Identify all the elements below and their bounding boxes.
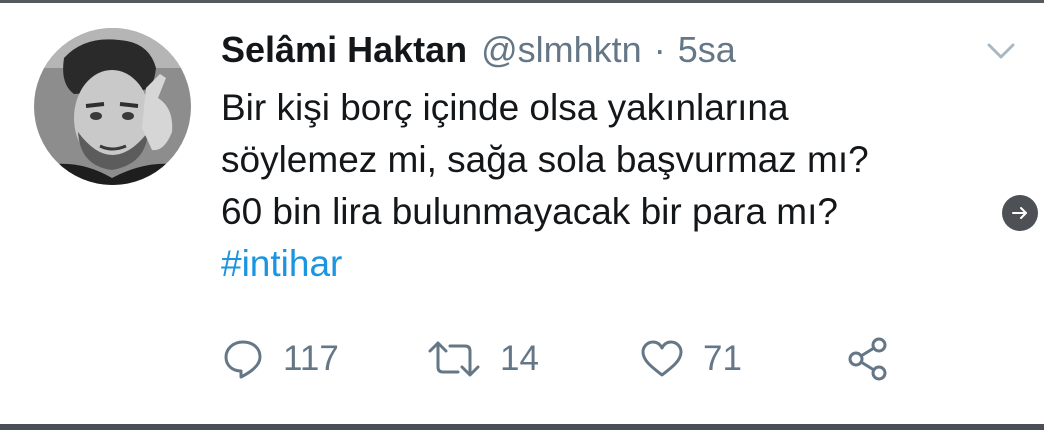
hashtag-link[interactable]: #intihar [221,238,991,290]
like-button[interactable]: 71 [639,336,742,382]
retweet-count: 14 [500,339,539,378]
tweet-text-line: Bir kişi borç içinde olsa yakınlarına [221,87,789,128]
arrow-right-icon [1012,207,1027,219]
retweet-button[interactable]: 14 [426,336,539,382]
tweet-text: Bir kişi borç içinde olsa yakınlarına sö… [221,82,991,290]
tweet-actions: 117 14 71 [221,336,921,382]
chevron-down-icon [987,43,1015,59]
tweet-header: Selâmi Haktan @slmhktn · 5sa [221,28,736,72]
bottom-border [0,424,1044,430]
avatar[interactable] [34,28,191,185]
tweet-menu-button[interactable] [985,37,1017,63]
reply-button[interactable]: 117 [221,336,339,382]
reply-count: 117 [283,339,339,378]
top-border [0,0,1044,3]
retweet-icon [428,341,480,377]
heart-icon [641,340,683,377]
like-count: 71 [703,339,742,378]
tweet-text-line: 60 bin lira bulunmayacak bir para mı? [221,191,838,232]
tweet-text-line: söylemez mi, sağa sola başvurmaz mı? [221,139,869,180]
side-navigation-button[interactable] [1002,195,1038,231]
avatar-photo-icon [34,28,191,185]
share-icon [848,337,887,381]
display-name[interactable]: Selâmi Haktan [221,28,467,72]
separator-dot: · [653,29,666,70]
share-button[interactable] [845,336,891,382]
timestamp[interactable]: 5sa [678,28,736,72]
user-handle[interactable]: @slmhktn [481,28,642,72]
reply-icon [224,340,262,379]
